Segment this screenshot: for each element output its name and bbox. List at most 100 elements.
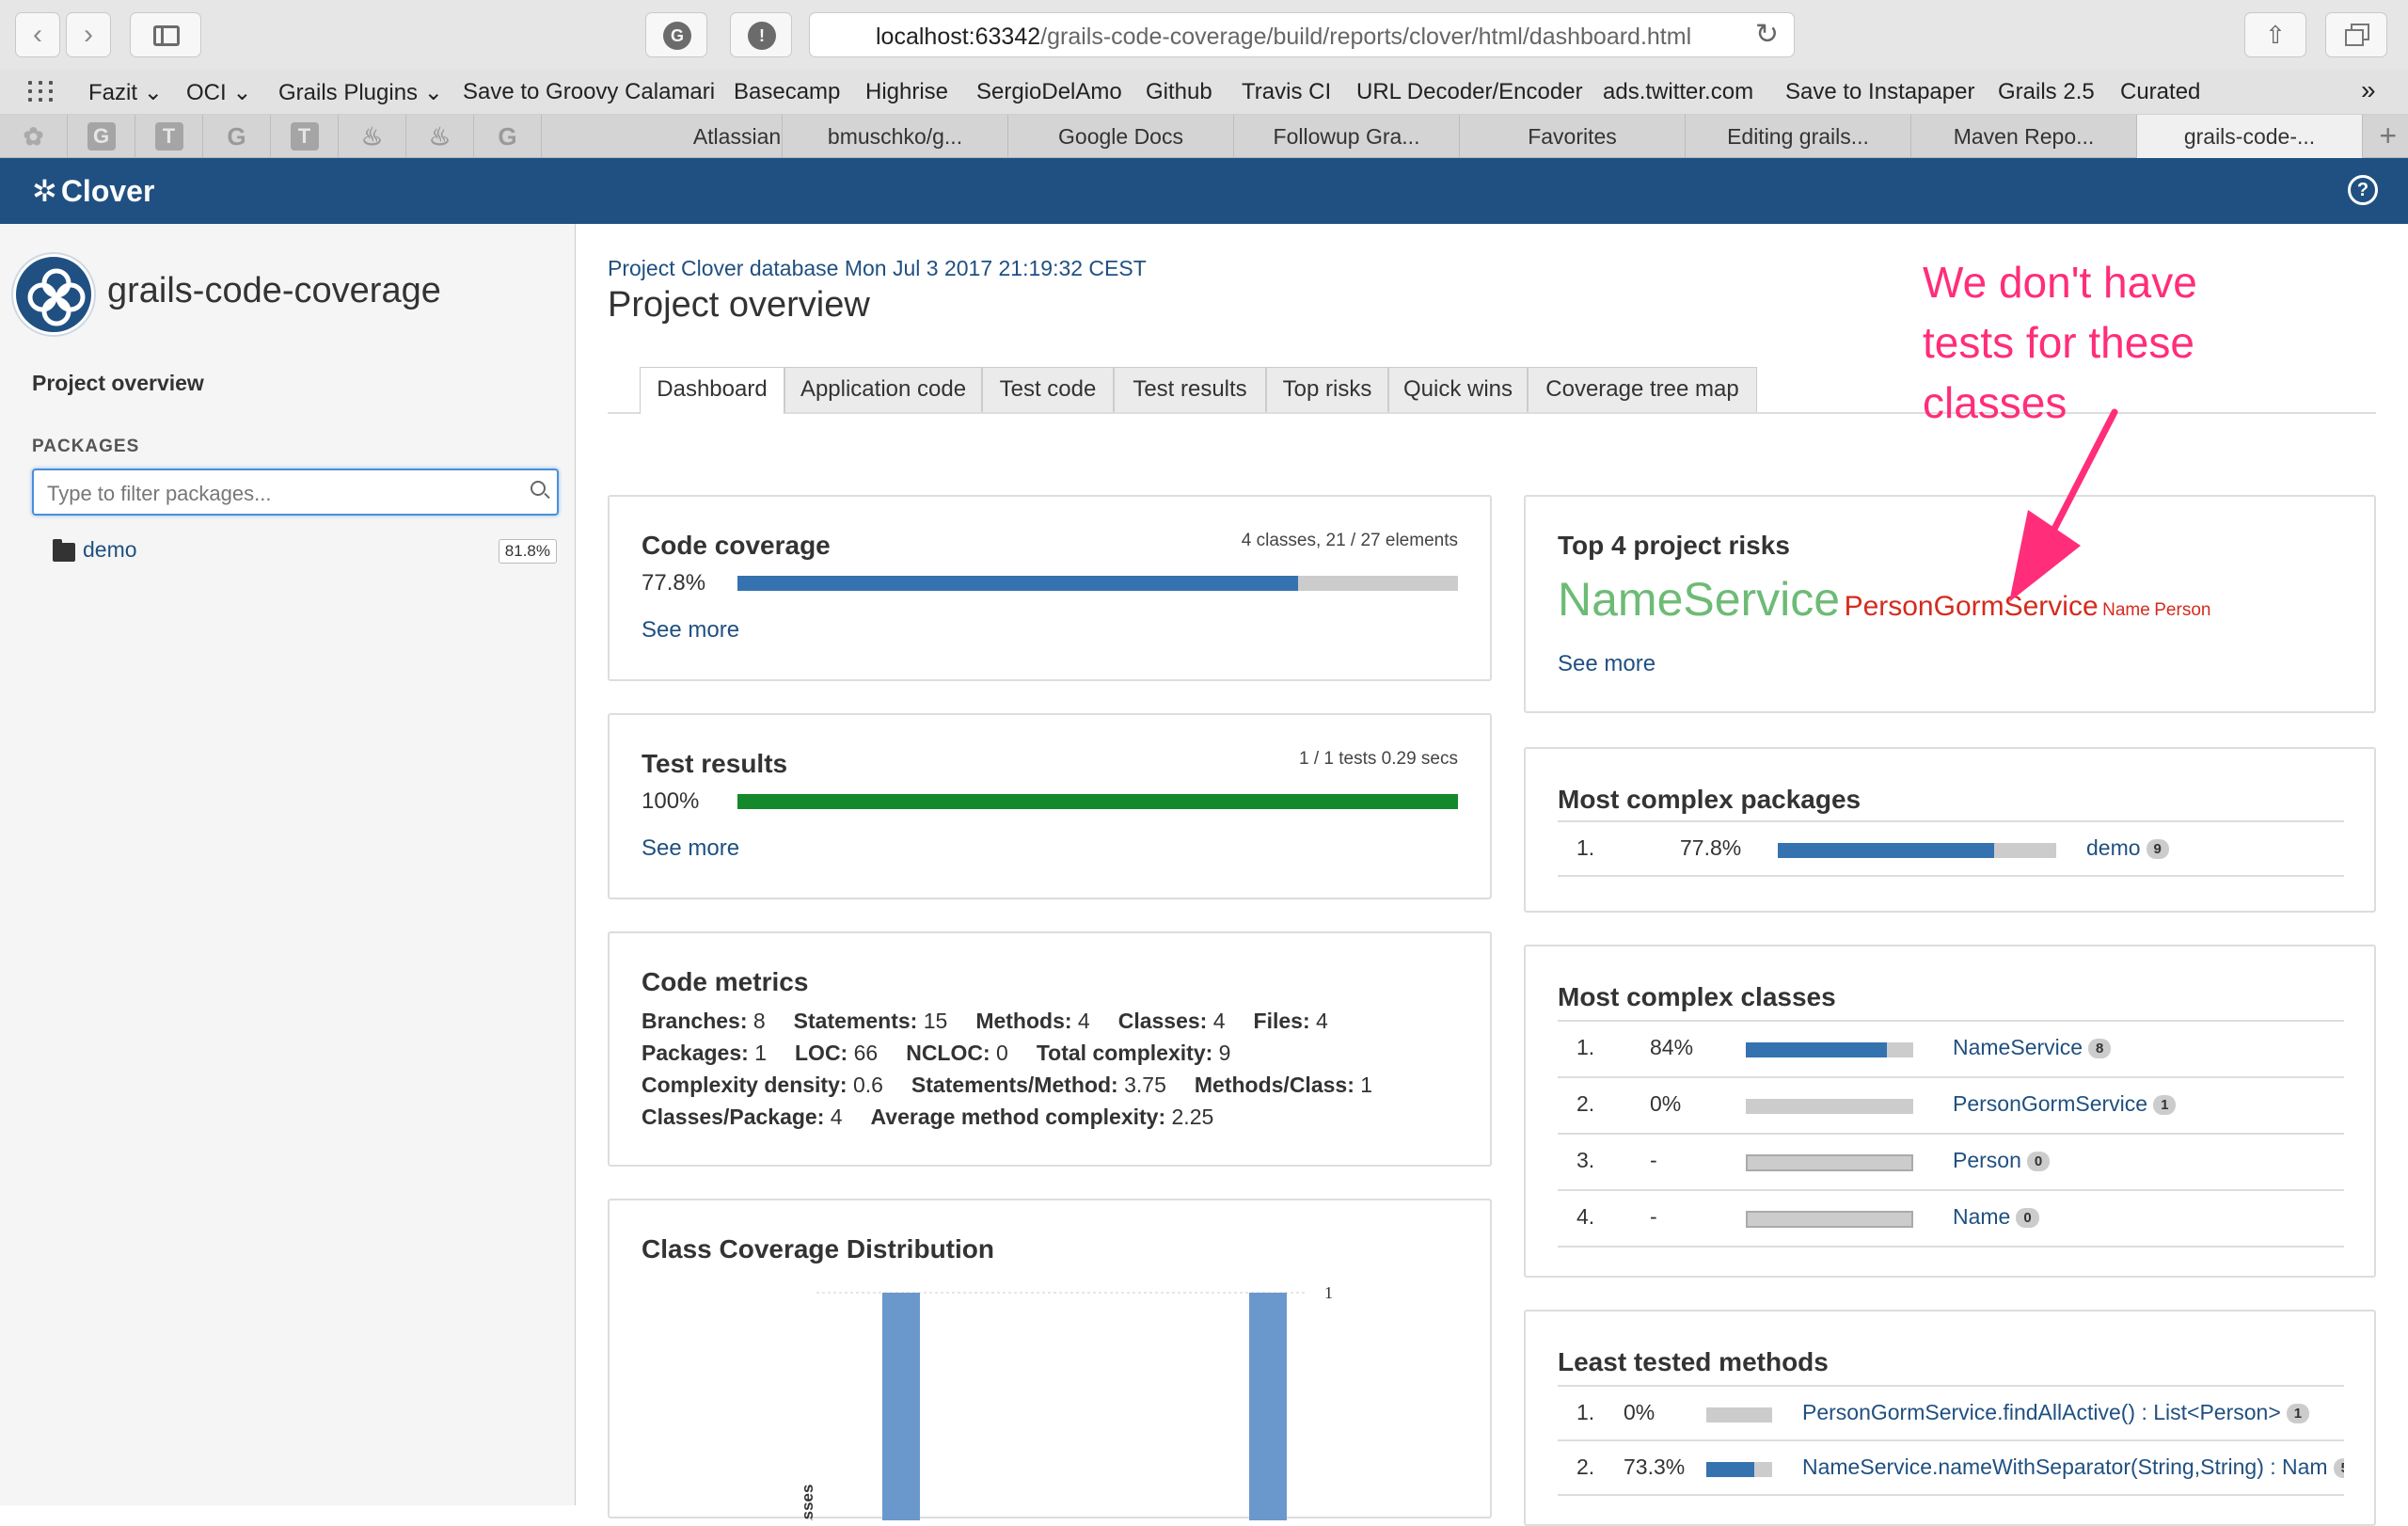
show-tabs-button[interactable] — [2325, 12, 2387, 57]
test-results-see-more-link[interactable]: See more — [642, 835, 739, 862]
bookmark-url-decoder[interactable]: URL Decoder/Encoder — [1356, 79, 1583, 105]
pinned-tab[interactable]: T — [135, 115, 203, 158]
row-number: 1. — [1576, 1035, 1595, 1059]
pinned-tab[interactable]: T — [271, 115, 339, 158]
metric-label: Methods: — [975, 1009, 1072, 1033]
top-risks-see-more-link[interactable]: See more — [1558, 651, 1656, 677]
new-tab-icon[interactable]: + — [2379, 119, 2397, 153]
row-bar — [1746, 1211, 1913, 1228]
packages-heading: PACKAGES — [32, 437, 140, 456]
apps-grid-icon[interactable] — [28, 81, 55, 103]
row-bar — [1746, 1154, 1913, 1171]
metric-value: 4 — [830, 1105, 843, 1129]
share-button[interactable]: ⇧ — [2244, 12, 2306, 57]
code-coverage-see-more-link[interactable]: See more — [642, 617, 739, 644]
list-item: 3. - Person 0 — [1558, 1135, 2344, 1191]
package-filter-input[interactable]: Type to filter packages... — [32, 469, 559, 516]
risk-item[interactable]: NameService — [1558, 573, 1840, 626]
package-name[interactable]: demo — [83, 537, 137, 563]
clover-logo[interactable]: ✲ Clover — [32, 173, 154, 209]
bookmark-instapaper[interactable]: Save to Instapaper — [1785, 79, 1974, 105]
bookmark-travis-ci[interactable]: Travis CI — [1242, 79, 1331, 105]
row-number: 1. — [1576, 1400, 1595, 1424]
pinned-tab[interactable]: ♨ — [406, 115, 474, 158]
tab-quick-wins[interactable]: Quick wins — [1388, 367, 1528, 412]
bookmark-fazit[interactable]: Fazit ⌄ — [88, 79, 163, 106]
code-coverage-card: Code coverage 4 classes, 21 / 27 element… — [608, 495, 1492, 681]
metric-item: Statements: 15 — [794, 1009, 948, 1033]
bookmark-groovy-calamari[interactable]: Save to Groovy Calamari — [463, 79, 715, 105]
row-link[interactable]: PersonGormService.findAllActive() : List… — [1802, 1400, 2344, 1425]
bookmark-basecamp[interactable]: Basecamp — [734, 79, 840, 105]
pinned-tab[interactable]: G — [474, 115, 542, 158]
most-complex-packages-card: Most complex packages 1. 77.8% demo 9 — [1524, 747, 2376, 913]
bookmark-grails-plugins[interactable]: Grails Plugins ⌄ — [278, 79, 443, 106]
tab-top-risks[interactable]: Top risks — [1266, 367, 1388, 412]
bookmark-label: OCI — [186, 80, 227, 105]
tab-title: bmuschko/g... — [827, 124, 963, 149]
back-button[interactable]: ‹ — [15, 12, 60, 57]
complexity-badge: 5 — [2333, 1458, 2344, 1479]
pinned-tab[interactable]: G — [203, 115, 271, 158]
row-link[interactable]: demo 9 — [2086, 835, 2169, 861]
code-coverage-pct: 77.8% — [642, 570, 706, 596]
row-link[interactable]: NameService 8 — [1953, 1035, 2348, 1060]
tab-test-code[interactable]: Test code — [982, 367, 1114, 412]
browser-tab[interactable]: Google Docs — [1008, 115, 1234, 158]
tab-test-results[interactable]: Test results — [1114, 367, 1266, 412]
address-bar[interactable]: localhost:63342/grails-code-coverage/bui… — [809, 12, 1795, 57]
browser-tab-active[interactable]: grails-code-... — [2137, 115, 2363, 158]
tab-application-code[interactable]: Application code — [784, 367, 982, 412]
row-link[interactable]: PersonGormService 1 — [1953, 1091, 2348, 1117]
bookmark-highrise[interactable]: Highrise — [865, 79, 948, 105]
browser-tab[interactable]: Atlassian — [542, 115, 783, 158]
risk-item[interactable]: Person — [2154, 600, 2210, 620]
row-link[interactable]: Name 0 — [1953, 1204, 2348, 1230]
bookmark-grails-25[interactable]: Grails 2.5 — [1998, 79, 2095, 105]
bookmark-oci[interactable]: OCI ⌄ — [186, 79, 251, 106]
help-icon[interactable]: ? — [2348, 175, 2378, 205]
row-link[interactable]: Person 0 — [1953, 1148, 2348, 1173]
tab-dashboard[interactable]: Dashboard — [640, 367, 784, 414]
forward-button[interactable]: › — [66, 12, 111, 57]
more-bookmarks-icon[interactable]: » — [2361, 75, 2376, 105]
row-link-text: demo — [2086, 835, 2141, 860]
bookmark-ads-twitter[interactable]: ads.twitter.com — [1603, 79, 1753, 105]
tab-title: Google Docs — [1058, 124, 1183, 149]
pinned-tab[interactable]: G — [68, 115, 135, 158]
tab-coverage-tree-map[interactable]: Coverage tree map — [1528, 367, 1757, 412]
browser-tab[interactable]: Maven Repo... — [1911, 115, 2137, 158]
browser-tab[interactable]: Favorites — [1460, 115, 1686, 158]
metric-value: 4 — [1316, 1009, 1328, 1033]
sidebar-toggle-button[interactable] — [130, 12, 201, 57]
browser-tab[interactable]: bmuschko/g... — [783, 115, 1008, 158]
clover-logo-text: Clover — [60, 174, 155, 208]
metric-label: Average method complexity: — [870, 1105, 1166, 1129]
metric-value: 66 — [853, 1041, 879, 1065]
clover-emblem-icon — [27, 268, 86, 326]
metric-value: 8 — [752, 1009, 766, 1033]
pinned-tab[interactable]: ♨ — [339, 115, 406, 158]
pinned-favicon-icon: ♨ — [360, 122, 384, 151]
browser-tab[interactable]: Followup Gra... — [1234, 115, 1460, 158]
password-extension-button[interactable]: ! — [730, 12, 792, 57]
grammarly-extension-button[interactable]: G — [645, 12, 707, 57]
database-subtitle[interactable]: Project Clover database Mon Jul 3 2017 2… — [608, 256, 1147, 281]
pinned-tab[interactable]: ✿ — [0, 115, 68, 158]
list-item: 2. 73.3% NameService.nameWithSeparator(Str… — [1558, 1441, 2344, 1496]
url-path: /grails-code-coverage/build/reports/clov… — [1040, 24, 1692, 50]
bookmark-github[interactable]: Github — [1146, 79, 1212, 105]
sidebar-icon — [153, 25, 180, 46]
reload-icon[interactable]: ↻ — [1755, 18, 1779, 51]
row-link[interactable]: NameService.nameWithSeparator(String,Str… — [1802, 1454, 2344, 1480]
package-item-demo[interactable]: demo 81.8% — [53, 537, 561, 571]
sidebar-project-overview-link[interactable]: Project overview — [32, 371, 204, 396]
bookmark-curated[interactable]: Curated — [2120, 79, 2200, 105]
complexity-badge: 8 — [2088, 1039, 2112, 1059]
sidebar: grails-code-coverage Project overview PA… — [0, 224, 576, 1505]
bookmark-sergiodelamo[interactable]: SergioDelAmo — [976, 79, 1122, 105]
annotation-arrow-icon — [2009, 408, 2118, 602]
code-coverage-bar-fill — [737, 576, 1298, 591]
tab-title: Atlassian — [692, 124, 782, 149]
browser-tab[interactable]: Editing grails... — [1686, 115, 1911, 158]
